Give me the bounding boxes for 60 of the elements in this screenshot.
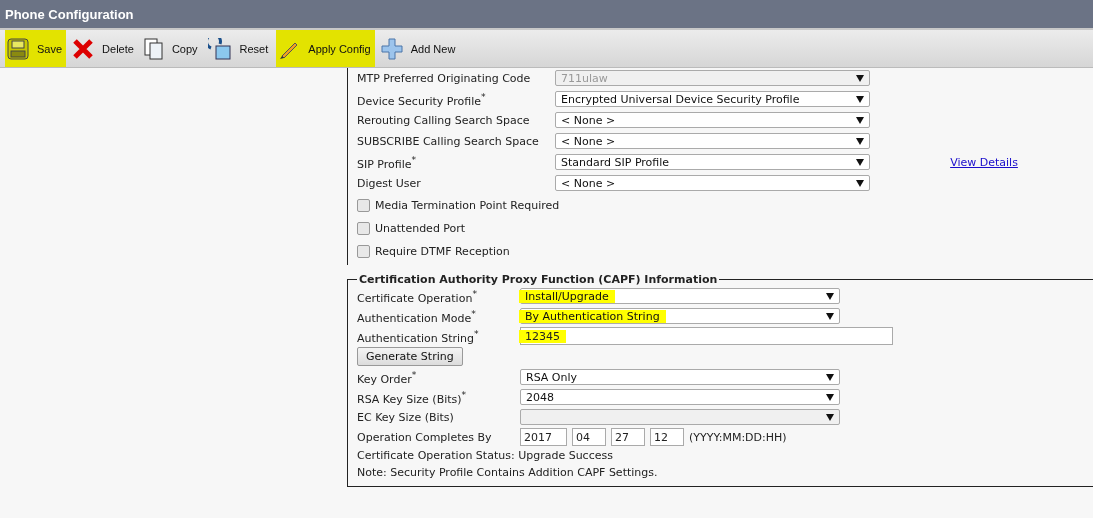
dropdown-select[interactable]: By Authentication String xyxy=(520,308,840,324)
plus-icon xyxy=(380,37,403,60)
field-label: SUBSCRIBE Calling Search Space xyxy=(357,134,539,148)
field-label: Digest User xyxy=(357,176,421,190)
view-details-link[interactable]: View Details xyxy=(950,155,1018,169)
caret-icon xyxy=(826,312,834,320)
caret-icon xyxy=(856,95,864,103)
field-label: Operation Completes By xyxy=(357,430,492,444)
section-title: Certification Authority Proxy Function (CAPF) Information xyxy=(358,273,719,286)
date-input[interactable]: 27 xyxy=(611,428,645,446)
field-label: SIP Profile$^{*}$ xyxy=(357,153,417,171)
caret-icon xyxy=(826,373,834,381)
dropdown-select[interactable]: Install/Upgrade xyxy=(520,288,840,304)
x-mark-icon xyxy=(72,37,95,60)
dropdown-select[interactable]: < None > xyxy=(555,175,870,191)
field-label: Authentication String$^{*}$ xyxy=(357,327,479,345)
field-label: Authentication Mode$^{*}$ xyxy=(357,307,476,325)
toolbar-button[interactable]: Delete xyxy=(70,30,138,67)
page-title: Phone Configuration xyxy=(5,6,134,22)
toolbar-button[interactable]: Save xyxy=(5,30,67,67)
field-label: Rerouting Calling Search Space xyxy=(357,113,530,127)
field-label: EC Key Size (Bits) xyxy=(357,410,454,424)
dropdown-select[interactable]: Standard SIP Profile xyxy=(555,154,870,170)
caret-icon xyxy=(826,393,834,401)
pages-icon xyxy=(143,37,164,60)
field-label: Key Order$^{*}$ xyxy=(357,368,417,386)
checkbox[interactable] xyxy=(357,198,370,212)
dropdown-select[interactable]: Encrypted Universal Device Security Profile xyxy=(555,91,870,107)
field-label: RSA Key Size (Bits)$^{*}$ xyxy=(357,388,467,406)
status-note: Note: Security Profile Contains Addition CAPF Settings. xyxy=(357,465,659,480)
caret-icon xyxy=(856,158,864,166)
checkbox[interactable] xyxy=(357,244,370,258)
date-input[interactable]: 12 xyxy=(650,428,684,446)
dropdown-select[interactable]: < None > xyxy=(555,112,870,128)
caret-icon xyxy=(856,179,864,187)
caret-icon xyxy=(856,137,864,145)
toolbar-button[interactable]: Copy xyxy=(141,30,202,67)
dropdown-select[interactable]: < None > xyxy=(555,133,870,149)
text-input[interactable]: 12345 xyxy=(520,327,893,345)
field-label: Certificate Operation$^{*}$ xyxy=(357,287,477,305)
checkbox-label: Require DTMF Reception xyxy=(375,244,510,258)
caret-icon xyxy=(826,292,834,300)
dropdown-select[interactable]: RSA Only xyxy=(520,369,840,385)
date-format-hint: (YYYY:MM:DD:HH) xyxy=(689,430,787,444)
date-input[interactable]: 04 xyxy=(572,428,606,446)
toolbar-button[interactable]: Reset xyxy=(205,30,273,67)
caret-icon xyxy=(856,74,864,82)
caret-icon xyxy=(826,413,834,421)
checkbox[interactable] xyxy=(357,221,370,235)
field-label: Device Security Profile$^{*}$ xyxy=(357,90,486,108)
dropdown-select[interactable]: 2048 xyxy=(520,389,840,405)
generate-string-button[interactable]: Generate String xyxy=(357,347,463,366)
status-note: Certificate Operation Status: Upgrade Success xyxy=(357,448,614,463)
toolbar-button[interactable]: Apply Config xyxy=(276,30,375,67)
field-label: MTP Preferred Originating Code xyxy=(357,71,531,85)
date-input[interactable]: 2017 xyxy=(520,428,567,446)
checkbox-label: Media Termination Point Required xyxy=(375,198,560,212)
checkbox-label: Unattended Port xyxy=(375,221,466,235)
toolbar-button[interactable]: Add New xyxy=(378,30,460,67)
caret-icon xyxy=(856,116,864,124)
